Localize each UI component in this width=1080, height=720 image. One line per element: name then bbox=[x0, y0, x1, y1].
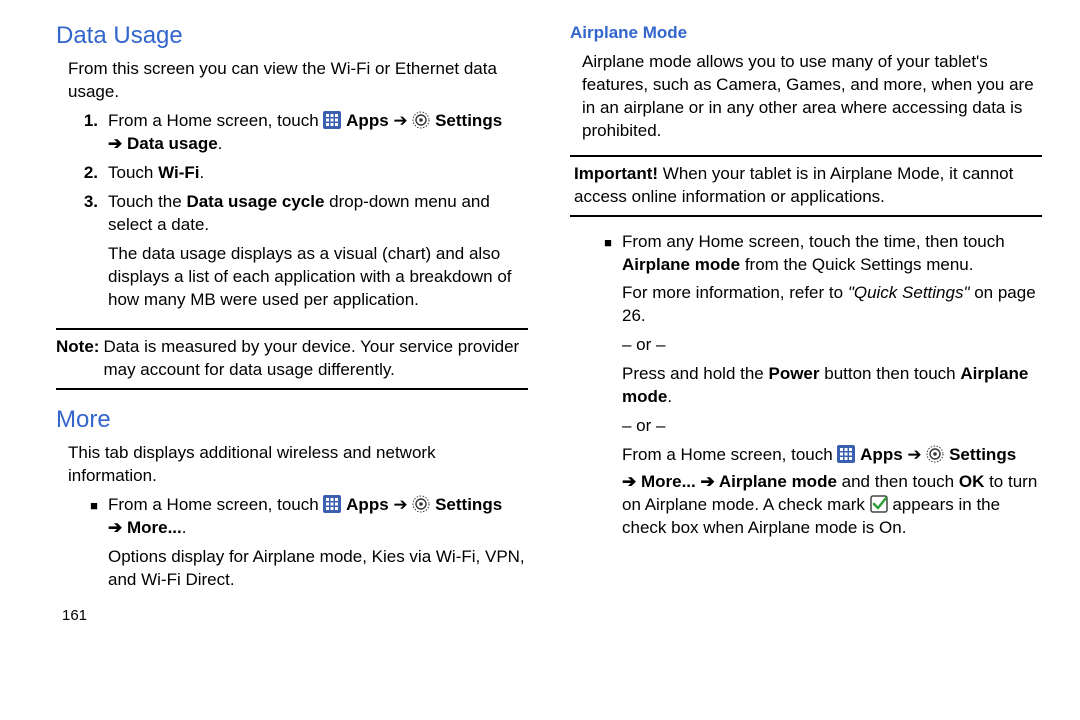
apps-icon bbox=[323, 495, 341, 514]
heading-more: More bbox=[56, 404, 528, 436]
step-number: 2. bbox=[56, 162, 108, 185]
step-number: 1. bbox=[56, 110, 108, 156]
note-text: Data is measured by your device. Your se… bbox=[99, 336, 528, 382]
data-usage-intro: From this screen you can view the Wi-Fi … bbox=[56, 58, 528, 104]
airplane-intro: Airplane mode allows you to use many of … bbox=[570, 51, 1042, 143]
airplane-bullet: ■ From any Home screen, touch the time, … bbox=[570, 231, 1042, 544]
settings-icon bbox=[412, 495, 430, 514]
more-intro: This tab displays additional wireless an… bbox=[56, 442, 528, 488]
step-2: 2. Touch Wi-Fi. bbox=[56, 162, 528, 185]
settings-icon bbox=[926, 445, 944, 464]
step-1: 1. From a Home screen, touch Apps ➔ Sett… bbox=[56, 110, 528, 156]
important-note: Important! When your tablet is in Airpla… bbox=[570, 163, 1042, 209]
divider bbox=[570, 215, 1042, 217]
divider bbox=[56, 388, 528, 390]
settings-icon bbox=[412, 111, 430, 130]
apps-icon bbox=[323, 111, 341, 130]
note: Note: Data is measured by your device. Y… bbox=[56, 336, 528, 382]
right-column: Airplane Mode Airplane mode allows you t… bbox=[570, 20, 1042, 626]
step-text: From a Home screen, touch Apps ➔ Setting… bbox=[108, 111, 502, 130]
note-label: Note: bbox=[56, 336, 99, 382]
page-number: 161 bbox=[56, 606, 528, 626]
step-number: 3. bbox=[56, 191, 108, 316]
check-icon bbox=[870, 495, 888, 514]
step-3: 3. Touch the Data usage cycle drop-down … bbox=[56, 191, 528, 316]
divider bbox=[570, 155, 1042, 157]
bullet-icon: ■ bbox=[570, 231, 622, 544]
bullet-icon: ■ bbox=[56, 494, 108, 596]
more-bullet: ■ From a Home screen, touch Apps ➔ Setti… bbox=[56, 494, 528, 596]
or-separator: – or – bbox=[622, 415, 1042, 438]
heading-data-usage: Data Usage bbox=[56, 20, 528, 52]
heading-airplane-mode: Airplane Mode bbox=[570, 22, 1042, 45]
left-column: Data Usage From this screen you can view… bbox=[56, 20, 528, 626]
data-usage-steps: 1. From a Home screen, touch Apps ➔ Sett… bbox=[56, 110, 528, 316]
divider bbox=[56, 328, 528, 330]
apps-icon bbox=[837, 445, 855, 464]
or-separator: – or – bbox=[622, 334, 1042, 357]
